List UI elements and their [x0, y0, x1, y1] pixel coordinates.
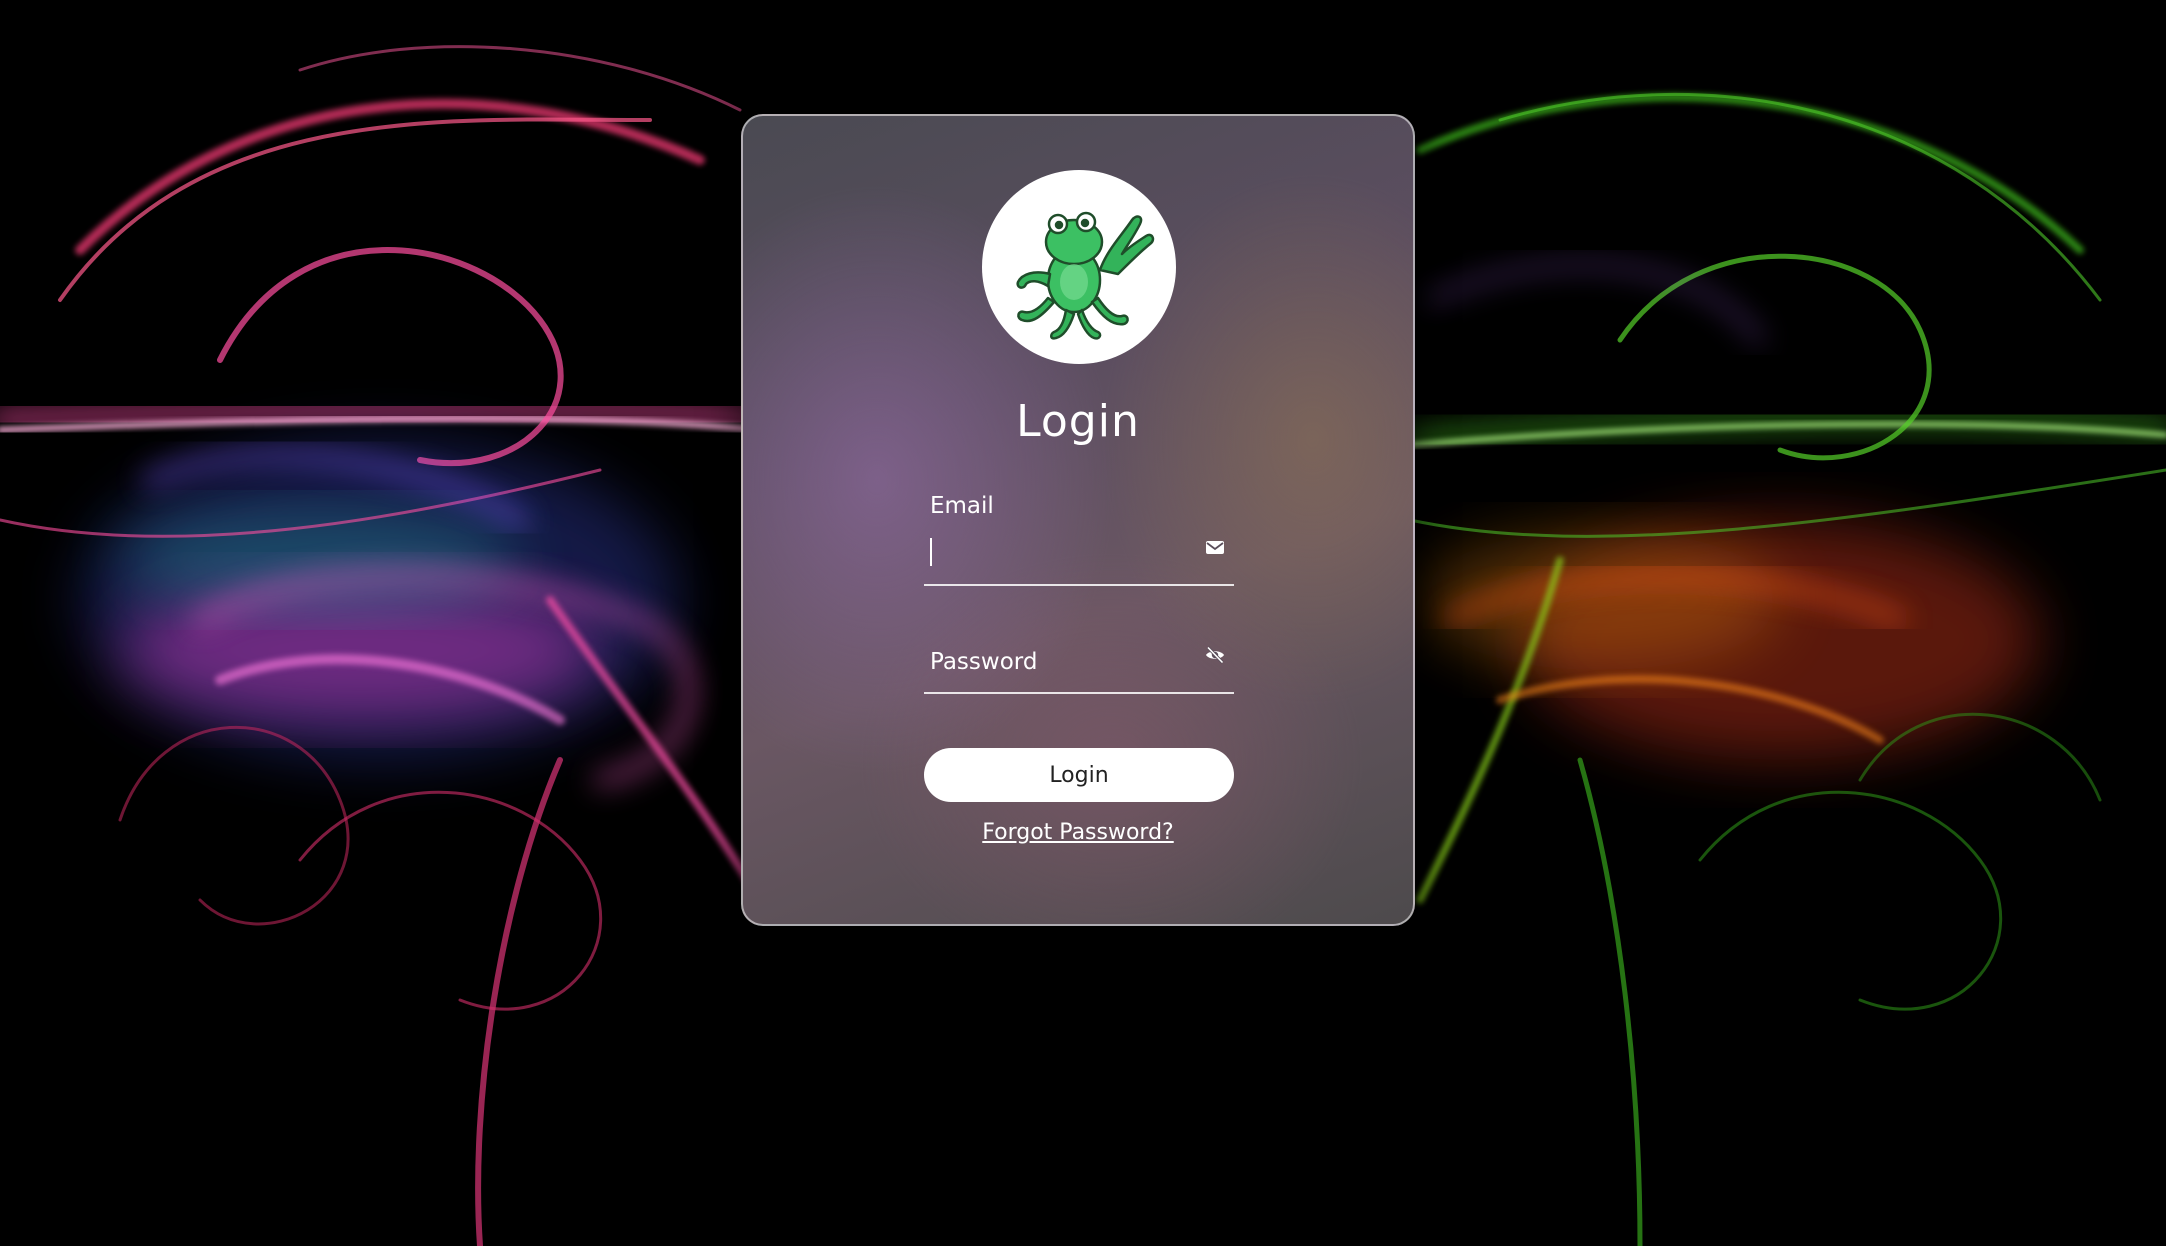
page-title: Login [1016, 396, 1140, 447]
password-field[interactable]: Password [924, 616, 1234, 694]
frog-logo [982, 170, 1176, 364]
eye-slash-icon[interactable] [1204, 644, 1226, 666]
forgot-password-link[interactable]: Forgot Password? [743, 820, 1413, 845]
password-input[interactable] [928, 646, 1192, 684]
login-button[interactable]: Login [924, 748, 1234, 802]
email-label: Email [930, 493, 994, 519]
text-caret [930, 538, 932, 566]
email-field[interactable]: Email [924, 478, 1234, 586]
login-card: Login Email Password Login Forgot Passwo… [741, 114, 1415, 926]
email-input[interactable] [928, 536, 1192, 574]
envelope-icon [1204, 536, 1226, 558]
